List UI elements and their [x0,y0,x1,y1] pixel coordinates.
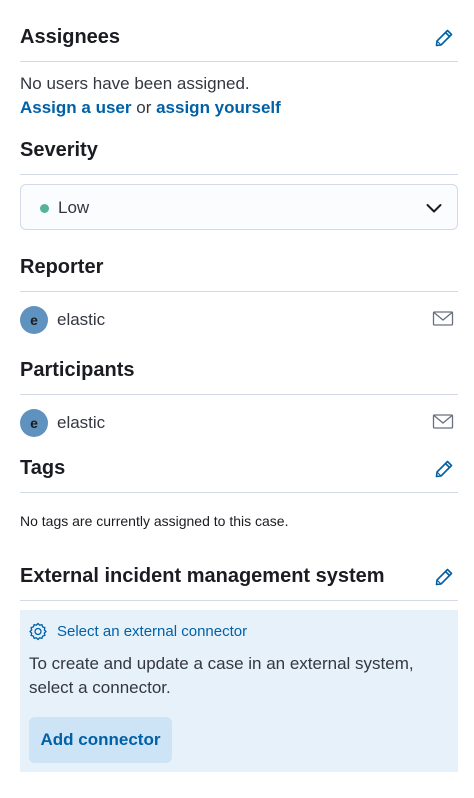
tags-title: Tags [20,457,66,479]
avatar: e [20,409,48,437]
add-connector-button[interactable]: Add connector [29,717,172,763]
reporter-title: Reporter [20,256,104,278]
callout-title: Select an external connector [57,623,248,640]
severity-selected-value: Low [58,198,90,217]
reporter-header: Reporter [20,244,458,292]
envelope-icon[interactable] [432,413,454,431]
edit-connector-pencil-icon[interactable] [434,567,454,587]
reporter-row: e elastic [20,306,458,336]
chevron-down-icon [425,199,443,217]
severity-header: Severity [20,127,458,175]
envelope-icon[interactable] [432,310,454,328]
edit-assignees-pencil-icon[interactable] [434,28,454,48]
assignees-title: Assignees [20,26,121,48]
participant-name: elastic [57,413,106,432]
participants-title: Participants [20,359,135,381]
participants-header: Participants [20,347,458,395]
severity-select[interactable]: Low [20,184,458,230]
assign-user-link[interactable]: Assign a user [20,98,132,117]
assign-links: Assign a user or assign yourself [20,96,458,120]
severity-dot [40,204,49,213]
gear-icon [28,622,48,642]
connector-callout: Select an external connector To create a… [20,610,458,772]
or-text: or [136,98,152,117]
participant-row: e elastic [20,409,458,439]
connector-title: External incident management system [20,565,385,587]
edit-tags-pencil-icon[interactable] [434,459,454,479]
reporter-name: elastic [57,310,106,329]
assignees-header: Assignees [20,14,458,62]
tags-header: Tags [20,445,458,493]
assignees-empty-text: No users have been assigned. [20,74,250,93]
avatar: e [20,306,48,334]
tags-empty-text: No tags are currently assigned to this c… [20,513,289,529]
assignees-empty-block: No users have been assigned. Assign a us… [20,72,458,120]
assign-yourself-link[interactable]: assign yourself [156,98,281,117]
severity-title: Severity [20,139,98,161]
connector-header: External incident management system [20,553,458,601]
callout-body: To create and update a case in an extern… [29,654,414,697]
